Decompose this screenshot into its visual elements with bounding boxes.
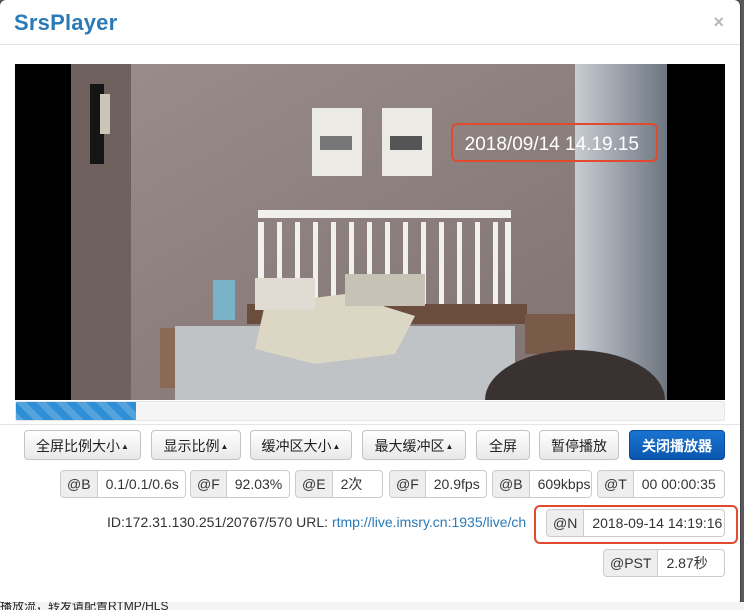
stat-pst: @PST 2.87秒 — [603, 549, 725, 577]
stat-value: 2.87秒 — [658, 549, 725, 577]
player-modal: SrsPlayer × 2018/09/14 14.19.15 全屏比例大小▲ … — [0, 0, 740, 606]
divider — [0, 424, 740, 425]
pause-label: 暂停播放 — [551, 438, 607, 454]
stat-addon: @PST — [603, 549, 659, 577]
modal-header: SrsPlayer × — [0, 0, 740, 45]
display-ratio-label: 显示比例 — [163, 438, 220, 454]
stat-value: 609kbps — [529, 470, 592, 498]
stat-value: 00 00:00:35 — [633, 470, 725, 498]
stat-fps-ratio: @F 92.03% — [190, 470, 290, 498]
buffer-progress — [15, 401, 725, 421]
stat-value: 20.9fps — [425, 470, 487, 498]
fullscreen-label: 全屏 — [489, 438, 517, 454]
background-page-text: 播放流，转发请配置RTMP/HLS — [0, 602, 744, 610]
max-buffer-button[interactable]: 最大缓冲区▲ — [362, 430, 466, 460]
max-buffer-label: 最大缓冲区 — [374, 438, 445, 454]
stat-errors: @E 2次 — [295, 470, 383, 498]
buffer-progress-fill — [16, 402, 137, 420]
video-player[interactable]: 2018/09/14 14.19.15 — [15, 64, 725, 400]
app-title: SrsPlayer — [14, 10, 118, 35]
stat-addon: @T — [597, 470, 634, 498]
caret-up-icon: ▲ — [445, 442, 454, 451]
stat-value: 2次 — [332, 470, 383, 498]
fullscreen-ratio-button[interactable]: 全屏比例大小▲ — [24, 430, 141, 460]
display-ratio-button[interactable]: 显示比例▲ — [151, 430, 241, 460]
buffer-size-button[interactable]: 缓冲区大小▲ — [250, 430, 352, 460]
stat-time: @T 00 00:00:35 — [597, 470, 725, 498]
video-frame: 2018/09/14 14.19.15 — [15, 64, 725, 400]
caret-up-icon: ▲ — [220, 442, 229, 451]
stat-value: 92.03% — [226, 470, 290, 498]
stat-bitrate: @B 609kbps — [492, 470, 592, 498]
caret-up-icon: ▲ — [121, 442, 129, 451]
close-player-button[interactable]: 关闭播放器 — [629, 430, 725, 460]
caret-up-icon: ▲ — [332, 442, 341, 451]
stat-fps: @F 20.9fps — [389, 470, 487, 498]
timestamp-highlight — [451, 123, 658, 162]
pause-button[interactable]: 暂停播放 — [539, 430, 619, 460]
stat-addon: @E — [295, 470, 333, 498]
stat-addon: @F — [389, 470, 426, 498]
buffer-size-label: 缓冲区大小 — [261, 438, 332, 454]
stream-url-link[interactable]: rtmp://live.imsry.cn:1935/live/ch — [332, 514, 526, 530]
close-player-label: 关闭播放器 — [642, 438, 712, 454]
stat-addon: @F — [190, 470, 227, 498]
stat-value: 0.1/0.1/0.6s — [97, 470, 186, 498]
stat-addon: @B — [492, 470, 530, 498]
fullscreen-ratio-label: 全屏比例大小 — [36, 438, 121, 454]
stream-id-text: ID:172.31.130.251/20767/570 URL: — [107, 514, 332, 530]
stat-latency: @B 0.1/0.1/0.6s — [60, 470, 186, 498]
ntp-highlight — [534, 505, 738, 544]
fullscreen-button[interactable]: 全屏 — [476, 430, 530, 460]
stat-addon: @B — [60, 470, 98, 498]
close-icon[interactable]: × — [713, 12, 724, 33]
stream-info: ID:172.31.130.251/20767/570 URL: rtmp://… — [107, 514, 539, 530]
